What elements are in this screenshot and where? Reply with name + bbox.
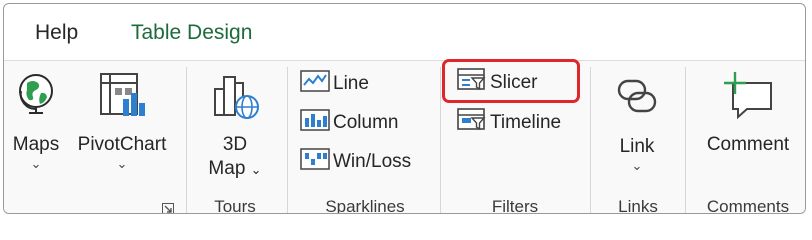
chevron-down-icon: ⌄ <box>30 156 42 171</box>
group-label-comments: Comments <box>706 197 790 214</box>
ribbon-body: Maps ⌄ PivotChart ⌄ 3D Map ⌄ Line Column… <box>4 59 805 214</box>
group-label-filters: Filters <box>491 197 539 214</box>
group-separator <box>590 67 591 213</box>
timeline-label: Timeline <box>490 112 562 133</box>
maps-button[interactable]: Maps ⌄ <box>10 71 62 171</box>
pivotchart-label: PivotChart <box>77 134 167 155</box>
3d-map-label-line2: Map ⌄ <box>208 158 262 179</box>
3d-map-button[interactable]: 3D Map ⌄ <box>199 71 271 182</box>
globe-map-icon <box>14 74 58 122</box>
timeline-button[interactable]: Timeline <box>457 108 561 138</box>
column-sparkline-icon <box>300 109 333 137</box>
new-comment-button[interactable]: Comment <box>698 69 798 157</box>
maps-label: Maps <box>12 134 60 155</box>
tab-help[interactable]: Help <box>35 18 78 48</box>
pivotchart-button[interactable]: PivotChart ⌄ <box>72 71 172 171</box>
sparkline-line-label: Line <box>333 73 369 94</box>
chevron-down-icon: ⌄ <box>250 162 262 177</box>
group-label-tours: Tours <box>214 197 256 214</box>
comment-label: Comment <box>706 134 790 155</box>
sparkline-winloss-button[interactable]: Win/Loss <box>300 147 411 177</box>
ribbon-tab-bar: Help Table Design <box>4 4 805 60</box>
tab-table-design[interactable]: Table Design <box>131 18 252 48</box>
sparkline-line-button[interactable]: Line <box>300 69 369 99</box>
3d-map-label-line1: 3D <box>222 134 248 155</box>
link-label: Link <box>619 136 655 157</box>
group-separator <box>287 67 288 213</box>
group-label-sparklines: Sparklines <box>325 197 405 214</box>
line-sparkline-icon <box>300 70 333 98</box>
link-button[interactable]: Link ⌄ <box>604 73 670 173</box>
dialog-launcher-icon[interactable] <box>162 202 174 213</box>
group-label-links: Links <box>618 197 658 214</box>
chevron-down-icon: ⌄ <box>116 156 128 171</box>
group-separator <box>685 67 686 213</box>
pivotchart-icon <box>97 73 147 124</box>
chevron-down-icon: ⌄ <box>631 158 643 173</box>
3d-map-icon <box>209 76 261 126</box>
sparkline-column-button[interactable]: Column <box>300 108 398 138</box>
link-chain-icon <box>613 79 661 124</box>
group-separator <box>440 67 441 213</box>
timeline-icon <box>457 108 490 138</box>
new-comment-icon <box>721 72 775 126</box>
winloss-sparkline-icon <box>300 148 333 176</box>
sparkline-winloss-label: Win/Loss <box>333 151 412 172</box>
sparkline-column-label: Column <box>333 112 399 133</box>
group-separator <box>186 67 187 213</box>
ribbon-window: Help Table Design Maps ⌄ PivotChart ⌄ 3D… <box>3 3 806 214</box>
slicer-highlight-box <box>442 59 580 103</box>
